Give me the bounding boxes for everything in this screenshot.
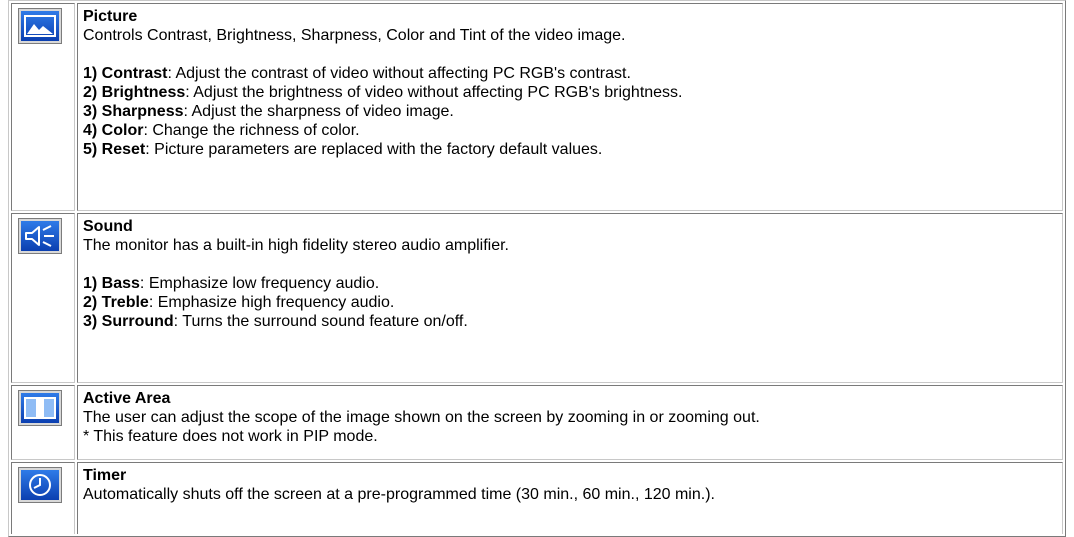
item-label: 2) Brightness bbox=[83, 84, 186, 101]
list-item: 3) Surround: Turns the surround sound fe… bbox=[83, 312, 1058, 331]
list-item: 4) Color: Change the richness of color. bbox=[83, 121, 1058, 140]
list-item: 1) Bass: Emphasize low frequency audio. bbox=[83, 274, 1058, 293]
speaker-icon bbox=[18, 218, 62, 254]
item-label: 3) Sharpness bbox=[83, 103, 184, 120]
item-text: : Emphasize high frequency audio. bbox=[148, 294, 395, 311]
item-text: : Adjust the brightness of video without… bbox=[185, 84, 683, 101]
list-item: 3) Sharpness: Adjust the sharpness of vi… bbox=[83, 102, 1058, 121]
osd-function-table: Picture Controls Contrast, Brightness, S… bbox=[8, 0, 1066, 537]
list-item: 2) Treble: Emphasize high frequency audi… bbox=[83, 293, 1058, 312]
section-content: Picture Controls Contrast, Brightness, S… bbox=[77, 3, 1063, 211]
clock-icon bbox=[18, 467, 62, 503]
item-label: 4) Color bbox=[83, 122, 144, 139]
item-text: : Picture parameters are replaced with t… bbox=[145, 141, 603, 158]
section-content: Timer Automatically shuts off the screen… bbox=[77, 462, 1063, 534]
item-text: : Emphasize low frequency audio. bbox=[139, 275, 380, 292]
item-text: : Change the richness of color. bbox=[143, 122, 360, 139]
item-label: 5) Reset bbox=[83, 141, 146, 158]
item-text: : Adjust the contrast of video without a… bbox=[167, 65, 631, 82]
icon-cell bbox=[11, 3, 75, 211]
icon-cell bbox=[11, 462, 75, 534]
section-row-active-area: Active Area The user can adjust the scop… bbox=[11, 385, 1063, 460]
section-title: Picture bbox=[83, 8, 138, 25]
item-label: 2) Treble bbox=[83, 294, 149, 311]
section-row-picture: Picture Controls Contrast, Brightness, S… bbox=[11, 3, 1063, 211]
section-row-sound: Sound The monitor has a built-in high fi… bbox=[11, 213, 1063, 383]
list-item: 1) Contrast: Adjust the contrast of vide… bbox=[83, 64, 1058, 83]
item-label: 3) Surround bbox=[83, 313, 174, 330]
section-description: Automatically shuts off the screen at a … bbox=[83, 486, 715, 503]
section-note: * This feature does not work in PIP mode… bbox=[83, 428, 378, 445]
list-item: 5) Reset: Picture parameters are replace… bbox=[83, 140, 1058, 159]
section-title: Sound bbox=[83, 218, 133, 235]
item-text: : Turns the surround sound feature on/of… bbox=[173, 313, 468, 330]
icon-cell bbox=[11, 213, 75, 383]
item-text: : Adjust the sharpness of video image. bbox=[183, 103, 454, 120]
section-content: Active Area The user can adjust the scop… bbox=[77, 385, 1063, 460]
section-title: Active Area bbox=[83, 390, 171, 407]
picture-icon bbox=[18, 8, 62, 44]
icon-cell bbox=[11, 385, 75, 460]
active-area-icon bbox=[18, 390, 62, 426]
item-label: 1) Contrast bbox=[83, 65, 168, 82]
section-description: Controls Contrast, Brightness, Sharpness… bbox=[83, 27, 626, 44]
section-row-timer: Timer Automatically shuts off the screen… bbox=[11, 462, 1063, 534]
section-description: The monitor has a built-in high fidelity… bbox=[83, 237, 509, 254]
item-label: 1) Bass bbox=[83, 275, 140, 292]
list-item: 2) Brightness: Adjust the brightness of … bbox=[83, 83, 1058, 102]
section-description: The user can adjust the scope of the ima… bbox=[83, 409, 760, 426]
section-title: Timer bbox=[83, 467, 127, 484]
section-content: Sound The monitor has a built-in high fi… bbox=[77, 213, 1063, 383]
